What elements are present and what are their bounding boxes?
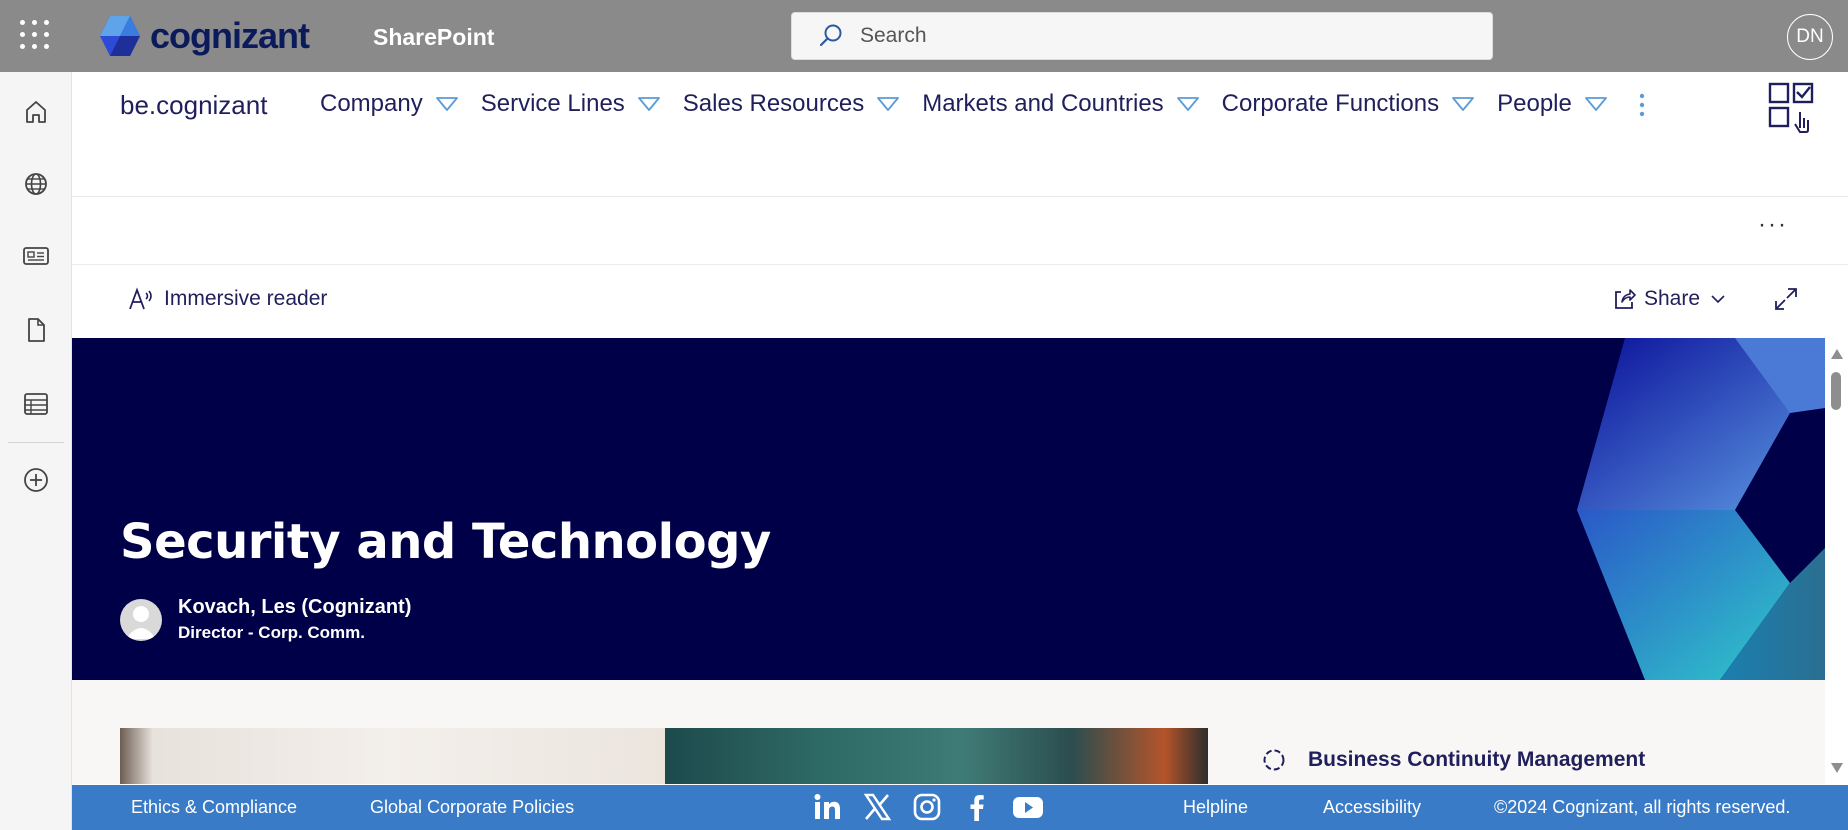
youtube-icon[interactable] xyxy=(1012,792,1044,822)
nav-item-label: Sales Resources xyxy=(682,90,865,117)
cognizant-logo-mark-icon xyxy=(100,16,140,56)
quick-access-icon[interactable] xyxy=(1768,82,1820,139)
search-icon xyxy=(819,24,842,47)
globe-icon[interactable] xyxy=(16,164,56,204)
nav-overflow-icon[interactable] xyxy=(1637,92,1647,123)
chevron-down-icon xyxy=(1584,97,1607,111)
nav-item-label: Markets and Countries xyxy=(922,90,1164,117)
chevron-down-icon xyxy=(1452,97,1475,111)
nav-item-company[interactable]: Company xyxy=(320,90,459,118)
create-icon[interactable] xyxy=(16,460,56,500)
social-links xyxy=(812,792,1044,822)
site-footer: Ethics & Compliance Global Corporate Pol… xyxy=(72,785,1848,830)
search-input[interactable] xyxy=(860,24,1460,48)
site-title[interactable]: be.cognizant xyxy=(120,90,267,121)
scroll-up-icon[interactable] xyxy=(1830,348,1844,360)
hero-geometric-graphic xyxy=(1577,338,1825,680)
footer-copyright: ©2024 Cognizant, all rights reserved. xyxy=(1494,797,1791,817)
footer-link-helpline[interactable]: Helpline xyxy=(1183,797,1248,818)
document-icon[interactable] xyxy=(16,310,56,350)
immersive-reader-label: Immersive reader xyxy=(164,287,328,310)
lists-icon[interactable] xyxy=(16,384,56,424)
scrollbar-thumb[interactable] xyxy=(1831,372,1841,410)
loading-circle-icon xyxy=(1263,749,1285,771)
nav-item-label: Service Lines xyxy=(480,90,625,117)
nav-item-label: People xyxy=(1497,90,1572,117)
share-button[interactable]: Share xyxy=(1612,287,1728,311)
user-avatar[interactable]: DN xyxy=(1787,14,1833,60)
author-role: Director - Corp. Comm. xyxy=(178,623,366,642)
footer-link-ethics[interactable]: Ethics & Compliance xyxy=(131,797,297,818)
scroll-down-icon[interactable] xyxy=(1830,762,1844,774)
expand-icon[interactable] xyxy=(1772,285,1800,318)
nav-item-people[interactable]: People xyxy=(1497,90,1608,118)
avatar[interactable] xyxy=(120,598,162,641)
page-title: Security and Technology xyxy=(120,514,771,570)
chevron-down-icon xyxy=(435,97,458,111)
app-bar xyxy=(0,72,72,830)
quick-link-label: Business Continuity Management xyxy=(1308,748,1646,771)
linkedin-icon[interactable] xyxy=(812,792,842,822)
command-bar: ··· xyxy=(72,197,1848,265)
immersive-reader-button[interactable]: Immersive reader xyxy=(128,287,327,311)
author-byline: Kovach, Les (Cognizant) Director - Corp.… xyxy=(120,596,411,643)
page-content: Business Continuity Management xyxy=(72,680,1825,784)
page-action-bar: Immersive reader Share xyxy=(72,265,1848,338)
logo-text: cognizant xyxy=(150,15,310,56)
cognizant-logo[interactable]: cognizant xyxy=(100,14,310,58)
author-info: Kovach, Les (Cognizant) Director - Corp.… xyxy=(178,596,411,643)
home-icon[interactable] xyxy=(16,92,56,132)
search-box[interactable] xyxy=(791,12,1493,60)
nav-item-markets-and-countries[interactable]: Markets and Countries xyxy=(922,90,1199,118)
article-image[interactable] xyxy=(120,728,666,784)
chevron-down-icon xyxy=(877,97,900,111)
facebook-icon[interactable] xyxy=(962,792,992,822)
chevron-down-icon xyxy=(1711,295,1725,304)
chevron-down-icon xyxy=(1176,97,1199,111)
quick-link-business-continuity[interactable]: Business Continuity Management xyxy=(1262,748,1645,772)
share-label: Share xyxy=(1644,287,1701,310)
more-options-icon[interactable]: ··· xyxy=(1758,211,1788,239)
nav-item-service-lines[interactable]: Service Lines xyxy=(481,90,661,118)
footer-link-policies[interactable]: Global Corporate Policies xyxy=(370,797,574,818)
article-image[interactable] xyxy=(665,728,1208,784)
footer-link-accessibility[interactable]: Accessibility xyxy=(1323,797,1421,818)
nav-item-label: Company xyxy=(320,90,423,117)
news-icon[interactable] xyxy=(16,236,56,276)
suite-bar: cognizant SharePoint DN xyxy=(0,0,1848,72)
nav-menu: Company Service Lines Sales Resources Ma… xyxy=(320,90,1630,118)
hub-navigation: be.cognizant Company Service Lines Sales… xyxy=(72,72,1848,197)
rail-divider xyxy=(8,442,64,443)
instagram-icon[interactable] xyxy=(912,792,942,822)
author-name[interactable]: Kovach, Les (Cognizant) xyxy=(178,596,411,619)
share-icon xyxy=(1615,289,1636,309)
nav-item-label: Corporate Functions xyxy=(1221,90,1440,117)
chevron-down-icon xyxy=(637,97,660,111)
app-launcher-icon[interactable] xyxy=(20,20,50,50)
x-twitter-icon[interactable] xyxy=(862,792,892,822)
hero-banner: Security and Technology Kovach, Les (Cog… xyxy=(72,338,1825,680)
app-name-link[interactable]: SharePoint xyxy=(373,24,494,51)
immersive-reader-icon xyxy=(129,287,152,310)
nav-item-sales-resources[interactable]: Sales Resources xyxy=(683,90,900,118)
page-scrollbar[interactable] xyxy=(1825,338,1848,780)
nav-item-corporate-functions[interactable]: Corporate Functions xyxy=(1222,90,1475,118)
